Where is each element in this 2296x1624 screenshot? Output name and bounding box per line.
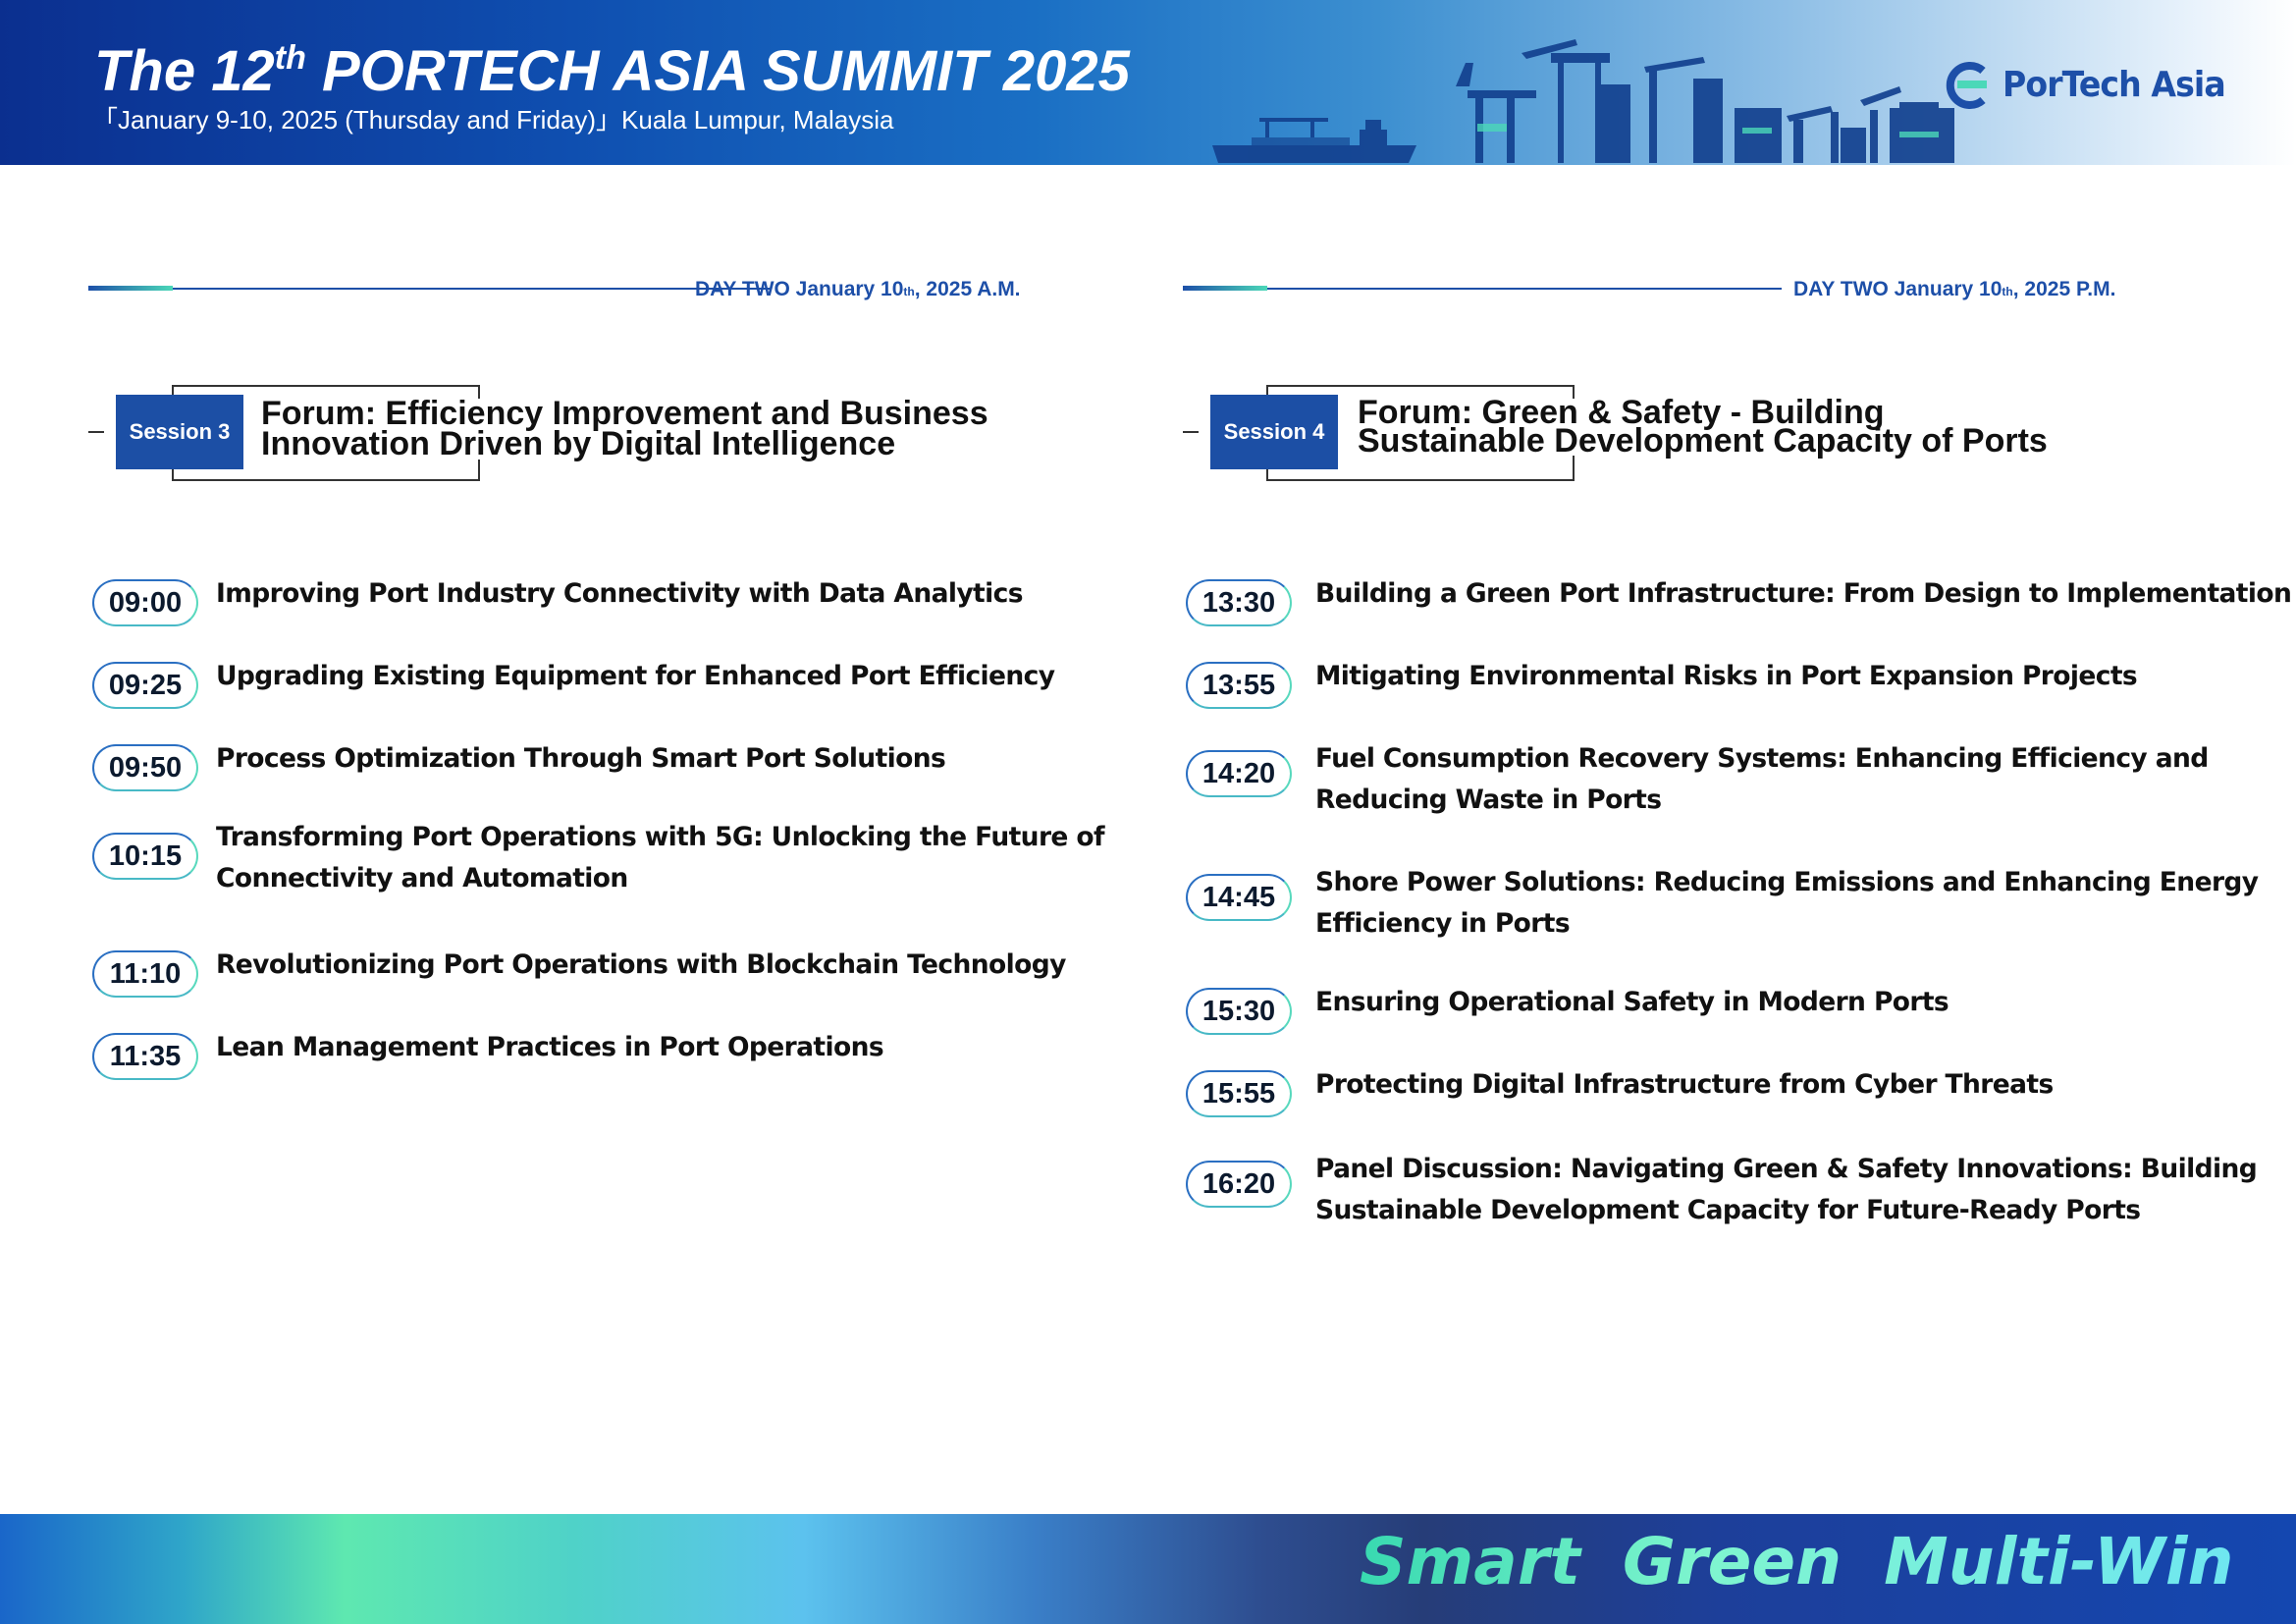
dash-mark [1183, 431, 1199, 433]
day-label-pm: DAY TWO January 10th, 2025 P.M. [1793, 278, 2116, 300]
time-badge: 13:30 [1186, 579, 1292, 626]
topic-text: Revolutionizing Port Operations with Blo… [216, 949, 1066, 980]
time-badge: 16:20 [1186, 1161, 1292, 1208]
forum-title: Forum: Efficiency Improvement and Busine… [261, 397, 998, 460]
line-divider [1267, 288, 1782, 290]
topic-text: Lean Management Practices in Port Operat… [216, 1032, 884, 1062]
day-line-pm: DAY TWO January 10th, 2025 P.M. [1183, 275, 2164, 304]
logo-mark-icon [1946, 62, 1987, 109]
time-badge: 09:00 [92, 579, 198, 626]
session-tag: Session 4 [1210, 395, 1338, 469]
topic-text: Upgrading Existing Equipment for Enhance… [216, 661, 1055, 691]
topic-text: Ensuring Operational Safety in Modern Po… [1315, 987, 1949, 1017]
topic-text: Panel Discussion: Navigating Green & Saf… [1315, 1154, 2258, 1225]
session-4-header: Session 4 Forum: Green & Safety - Buildi… [1183, 385, 2164, 481]
line-divider [173, 288, 770, 290]
time-badge: 15:55 [1186, 1070, 1292, 1117]
logo-text: PorTech Asia [2002, 65, 2226, 105]
forum-title: Forum: Green & Safety - Building Sustain… [1358, 396, 2057, 458]
line-accent [88, 286, 173, 291]
header-banner: The 12th PORTECH ASIA SUMMIT 2025 「Janua… [0, 0, 2296, 165]
session-tag: Session 3 [116, 395, 243, 469]
event-date-location: 「January 9-10, 2025 (Thursday and Friday… [92, 105, 894, 135]
topic-text: Mitigating Environmental Risks in Port E… [1315, 661, 2138, 691]
dash-mark [88, 431, 104, 433]
event-title: The 12th PORTECH ASIA SUMMIT 2025 [94, 39, 1130, 103]
time-badge: 11:10 [92, 950, 198, 998]
topic-text: Building a Green Port Infrastructure: Fr… [1315, 578, 2292, 609]
footer-slogan: Smart Green Multi-Win [1360, 1518, 2233, 1606]
time-badge: 09:50 [92, 744, 198, 791]
day-label-am: DAY TWO January 10th, 2025 A.M. [695, 278, 1021, 300]
topic-text: Fuel Consumption Recovery Systems: Enhan… [1315, 743, 2209, 815]
topic-text: Protecting Digital Infrastructure from C… [1315, 1069, 2054, 1100]
time-badge: 13:55 [1186, 662, 1292, 709]
topic-text: Process Optimization Through Smart Port … [216, 743, 946, 774]
topic-text: Improving Port Industry Connectivity wit… [216, 578, 1023, 609]
topic-text: Shore Power Solutions: Reducing Emission… [1315, 867, 2259, 939]
port-skyline-illustration [1212, 39, 1954, 163]
time-badge: 15:30 [1186, 988, 1292, 1035]
time-badge: 14:20 [1186, 750, 1292, 797]
title-ordinal: th [274, 39, 306, 77]
time-badge: 10:15 [92, 833, 198, 880]
time-badge: 11:35 [92, 1033, 198, 1080]
topic-text: Transforming Port Operations with 5G: Un… [216, 822, 1105, 893]
line-accent [1183, 286, 1267, 291]
time-badge: 14:45 [1186, 874, 1292, 921]
session-3-header: Session 3 Forum: Efficiency Improvement … [88, 385, 1031, 481]
time-badge: 09:25 [92, 662, 198, 709]
day-line-am: DAY TWO January 10th, 2025 A.M. [88, 275, 1060, 304]
